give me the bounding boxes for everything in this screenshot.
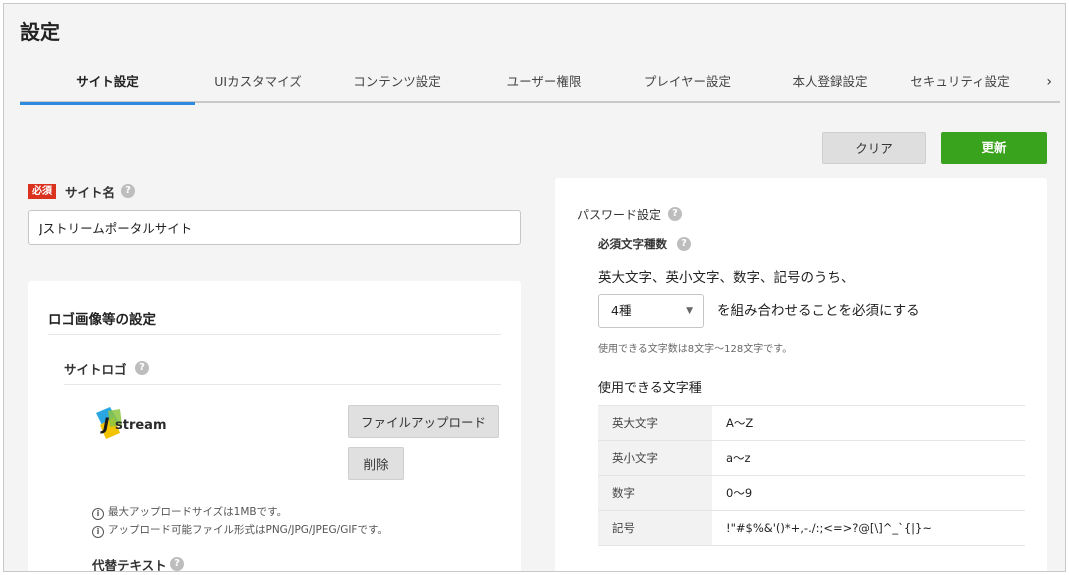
info-icon: i [92, 526, 104, 538]
site-name-input[interactable] [28, 210, 521, 245]
delete-logo-button[interactable]: 削除 [348, 447, 404, 480]
kind-chars: 0〜9 [712, 475, 1025, 511]
kind-name: 記号 [598, 510, 712, 546]
usable-kinds-table: 英大文字 A〜Z 英小文字 a〜z 数字 0〜9 記号 !"#$%&'()*+,… [598, 405, 1025, 546]
table-row: 記号 !"#$%&'()*+,-./:;<=>?@[\]^_`{|}~ [598, 510, 1025, 546]
table-row: 数字 0〜9 [598, 475, 1025, 511]
settings-window: 設定 サイト設定 UIカスタマイズ コンテンツ設定 ユーザー権限 プレイヤー設定… [3, 3, 1066, 572]
required-badge: 必須 [28, 184, 56, 199]
upload-format-note: i アップロード可能ファイル形式はPNG/JPG/JPEG/GIFです。 [92, 522, 388, 538]
password-settings-card: パスワード設定 ? 必須文字種数 ? 英大文字、英小文字、数字、記号のうち、 4… [555, 178, 1047, 571]
kind-name: 数字 [598, 475, 712, 511]
logo-text: stream [115, 418, 167, 433]
password-settings-title: パスワード設定 [577, 208, 662, 222]
caret-down-icon: ▼ [686, 306, 693, 316]
tab-site-settings[interactable]: サイト設定 [20, 64, 195, 105]
kind-chars: A〜Z [712, 405, 1025, 441]
settings-header: 設定 サイト設定 UIカスタマイズ コンテンツ設定 ユーザー権限 プレイヤー設定… [4, 4, 1065, 106]
help-icon[interactable]: ? [668, 207, 682, 221]
tabs-next-chevron-icon[interactable]: › [1046, 64, 1052, 103]
kind-chars: a〜z [712, 440, 1025, 476]
help-icon[interactable]: ? [135, 361, 149, 375]
logo-settings-title: ロゴ画像等の設定 [48, 312, 156, 328]
jstream-logo-image: J stream [96, 407, 167, 439]
site-name-label: サイト名 [65, 185, 116, 200]
help-icon[interactable]: ? [677, 237, 691, 251]
clear-button[interactable]: クリア [822, 132, 926, 164]
info-icon: i [92, 508, 104, 520]
table-row: 英小文字 a〜z [598, 440, 1025, 476]
logo-settings-card: ロゴ画像等の設定 サイトロゴ ? J stream ファイルアップロード 削除 … [28, 281, 521, 572]
password-rule-suffix: を組み合わせることを必須にする [717, 303, 920, 319]
required-kinds-select[interactable]: 4種 ▼ [598, 294, 704, 328]
tab-security-settings[interactable]: セキュリティ設定 [900, 64, 1020, 103]
selected-kinds-value: 4種 [611, 303, 632, 318]
upload-size-note: i 最大アップロードサイズは1MBです。 [92, 504, 287, 520]
tab-ui-customize[interactable]: UIカスタマイズ [195, 64, 321, 103]
tab-player-settings[interactable]: プレイヤー設定 [615, 64, 760, 103]
file-upload-button[interactable]: ファイルアップロード [348, 405, 499, 438]
kind-name: 英小文字 [598, 440, 712, 476]
password-rule-text: 英大文字、英小文字、数字、記号のうち、 [598, 270, 855, 286]
required-kinds-label: 必須文字種数 [598, 237, 667, 251]
help-icon[interactable]: ? [170, 557, 184, 571]
usable-kinds-title: 使用できる文字種 [598, 381, 702, 396]
page-title: 設定 [20, 20, 60, 44]
tab-user-permissions[interactable]: ユーザー権限 [473, 64, 615, 103]
note-text: 最大アップロードサイズは1MBです。 [108, 506, 288, 518]
note-text: アップロード可能ファイル形式はPNG/JPG/JPEG/GIFです。 [108, 524, 388, 536]
site-logo-label: サイトロゴ [64, 362, 127, 377]
password-length-hint: 使用できる文字数は8文字〜128文字です。 [598, 344, 793, 355]
tab-identity-registration[interactable]: 本人登録設定 [760, 64, 900, 103]
settings-tabs: サイト設定 UIカスタマイズ コンテンツ設定 ユーザー権限 プレイヤー設定 本人… [20, 64, 1060, 105]
divider [64, 384, 501, 385]
kind-name: 英大文字 [598, 405, 712, 441]
update-button[interactable]: 更新 [941, 132, 1047, 164]
tab-content-settings[interactable]: コンテンツ設定 [321, 64, 473, 103]
alt-text-label: 代替テキスト [92, 558, 167, 572]
kind-chars: !"#$%&'()*+,-./:;<=>?@[\]^_`{|}~ [712, 510, 1025, 546]
help-icon[interactable]: ? [121, 184, 135, 198]
table-row: 英大文字 A〜Z [598, 405, 1025, 441]
divider [48, 334, 501, 335]
